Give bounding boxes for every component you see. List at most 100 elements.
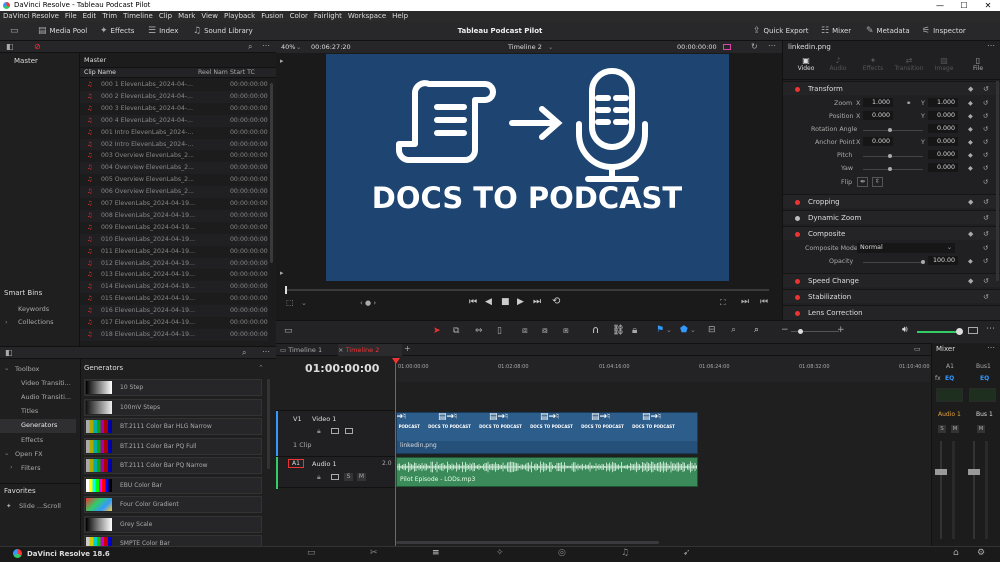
clip-row[interactable]: ♫ 009 ElevenLabs_2024-04-19... 00:00:00:00 <box>80 222 268 234</box>
filter-icon[interactable]: ⊘ <box>34 42 41 51</box>
flip-horizontal-icon[interactable]: ⇹ <box>857 177 868 187</box>
cropping-keyframe-icon[interactable]: ◆ <box>968 195 973 209</box>
menu-color[interactable]: Color <box>290 11 308 22</box>
cut-page-icon[interactable]: ✂ <box>370 548 378 558</box>
transform-section[interactable]: Transform ◆ ↺ <box>783 81 1000 95</box>
mixer-fx-icon[interactable]: fx <box>935 375 941 382</box>
tab-timeline-2[interactable]: × Timeline 2 <box>338 344 402 356</box>
keyframe-icon[interactable]: ◆ <box>968 82 973 96</box>
a1-destination[interactable]: A1 <box>288 459 304 468</box>
flag-chevron-icon[interactable]: ⌄ <box>666 326 672 334</box>
speed-change-keyframe-icon[interactable]: ◆ <box>968 274 973 288</box>
position-reset-icon[interactable]: ↺ <box>983 113 988 120</box>
pitch-keyframe-icon[interactable]: ◆ <box>968 152 973 159</box>
marker-icon[interactable]: ⬟ <box>680 325 688 335</box>
speed-change-reset-icon[interactable]: ↺ <box>983 274 989 288</box>
pitch-reset-icon[interactable]: ↺ <box>983 152 988 159</box>
video-scope-icon[interactable] <box>968 327 978 334</box>
video1-name[interactable]: Video 1 <box>312 415 336 423</box>
opacity-field[interactable]: 100.00 <box>928 256 958 265</box>
stabilization-enable-icon[interactable] <box>795 295 800 300</box>
menu-mark[interactable]: Mark <box>178 11 195 22</box>
video-enable-icon[interactable] <box>345 428 353 434</box>
timeline-timecode[interactable]: 01:00:00:00 <box>305 362 379 375</box>
mute-button[interactable]: M <box>357 473 366 481</box>
yaw-field[interactable]: 0.000 <box>928 163 958 172</box>
inspector-more-icon[interactable]: ⋯ <box>987 41 995 50</box>
transform-enable-icon[interactable] <box>795 87 800 92</box>
zoom-out-icon[interactable]: − <box>781 325 789 335</box>
menu-playback[interactable]: Playback <box>224 11 255 22</box>
quick-export-button[interactable]: ⇪ Quick Export <box>753 22 808 41</box>
generator-item[interactable]: EBU Color Bar <box>84 476 262 494</box>
mixer-solo-button[interactable]: S <box>938 425 946 433</box>
clip-row[interactable]: ♫ 004 Overview ElevenLabs_2... 00:00:00:00 <box>80 162 268 175</box>
play-reverse-button[interactable]: ◀ <box>485 297 492 307</box>
scrubber-playhead[interactable] <box>285 286 287 294</box>
menu-workspace[interactable]: Workspace <box>348 11 386 22</box>
display-icon[interactable] <box>723 44 731 50</box>
clip-row[interactable]: ♫ 007 ElevenLabs_2024-04-19... 00:00:00:00 <box>80 198 268 210</box>
clip-row[interactable]: ♫ 002 Intro ElevenLabs_2024-... 00:00:00:0… <box>80 138 268 151</box>
generators-scrollbar[interactable] <box>267 379 270 469</box>
opacity-slider[interactable] <box>863 262 923 263</box>
clip-row[interactable]: ♫ 016 ElevenLabs_2024-04-19... 00:00:00:00 <box>80 305 268 317</box>
lens-correction-section[interactable]: Lens Correction <box>783 305 1000 320</box>
viewer-scrubber[interactable] <box>285 289 769 291</box>
inspector-scrollbar[interactable] <box>996 81 999 281</box>
close-button[interactable]: ✕ <box>976 0 1000 11</box>
mixer-eq-a1[interactable]: EQ <box>945 375 954 382</box>
speed-change-section[interactable]: Speed Change ◆ ↺ <box>783 273 1000 287</box>
fader-bus1[interactable] <box>968 469 980 475</box>
tab-timeline-1[interactable]: ▭ Timeline 1 <box>280 344 340 356</box>
viewer-more-icon[interactable]: ⋯ <box>768 41 776 50</box>
transform-mode-icon[interactable]: ⬚ <box>286 298 294 307</box>
mixer-mute-button[interactable]: M <box>951 425 959 433</box>
zoom-y-field[interactable]: 1.000 <box>928 98 958 107</box>
clip-row[interactable]: ♫ 008 ElevenLabs_2024-04-19... 00:00:00:00 <box>80 209 268 222</box>
viewer-timeline-name[interactable]: Timeline 2 <box>508 43 542 51</box>
composite-section[interactable]: Composite ◆ ↺ <box>783 226 1000 240</box>
column-start-tc[interactable]: Start TC <box>230 69 255 76</box>
menu-fusion[interactable]: Fusion <box>261 11 283 22</box>
clip-row[interactable]: ♫ 005 Overview ElevenLabs_2... 00:00:00:00 <box>80 174 268 186</box>
composite-keyframe-icon[interactable]: ◆ <box>968 227 973 241</box>
video-lock-icon[interactable]: 🔒︎ <box>317 427 321 436</box>
insert-clip-icon[interactable]: ⧈ <box>522 326 528 336</box>
menu-file[interactable]: File <box>65 11 77 22</box>
playhead[interactable] <box>395 358 396 547</box>
column-clip-name[interactable]: Clip Name <box>84 69 116 76</box>
selection-tool-icon[interactable]: ➤ <box>433 326 441 336</box>
close-tab-icon[interactable]: × <box>338 346 346 354</box>
yaw-slider[interactable] <box>863 169 923 170</box>
pan-control-a1[interactable] <box>936 388 963 402</box>
color-page-icon[interactable]: ◎ <box>558 548 566 558</box>
mixer-eq-bus1[interactable]: EQ <box>980 375 989 382</box>
volume-slider[interactable] <box>917 331 961 333</box>
rotation-slider-knob[interactable] <box>888 128 892 132</box>
tab-effects[interactable]: ✦ Effects <box>859 56 887 72</box>
cropping-reset-icon[interactable]: ↺ <box>983 195 989 209</box>
flip-vertical-icon[interactable]: ⇳ <box>872 177 883 187</box>
flip-reset-icon[interactable]: ↺ <box>983 179 988 186</box>
rotation-slider[interactable] <box>863 130 923 131</box>
marker-chevron-icon[interactable]: ⌄ <box>690 326 696 334</box>
search-icon[interactable]: ⌕ <box>248 42 252 52</box>
menu-edit[interactable]: Edit <box>83 11 97 22</box>
opacity-slider-knob[interactable] <box>921 260 925 264</box>
play-button[interactable]: ▶ <box>517 297 524 307</box>
pitch-field[interactable]: 0.000 <box>928 150 958 159</box>
full-extent-zoom-icon[interactable]: ⊟ <box>708 325 716 335</box>
menu-resolve[interactable]: DaVinci Resolve <box>3 11 59 22</box>
metadata-button[interactable]: ✎ Metadata <box>866 22 910 41</box>
effects-button[interactable]: ✦ Effects <box>100 22 134 41</box>
generator-item[interactable]: 100mV Steps <box>84 398 262 416</box>
maximize-button[interactable]: ☐ <box>952 0 976 11</box>
clip-row[interactable]: ♫ 010 ElevenLabs_2024-04-19... 00:00:00:00 <box>80 233 268 246</box>
mixer-button[interactable]: ☷ Mixer <box>821 22 851 41</box>
volume-icon[interactable]: 🔊︎ <box>902 325 908 335</box>
stop-button[interactable]: ■ <box>501 297 510 307</box>
custom-zoom-icon[interactable]: ⌕ <box>754 325 759 335</box>
go-to-end-button[interactable]: ⏭ <box>533 297 541 307</box>
linked-selection-icon[interactable]: ⛓ <box>612 325 625 336</box>
